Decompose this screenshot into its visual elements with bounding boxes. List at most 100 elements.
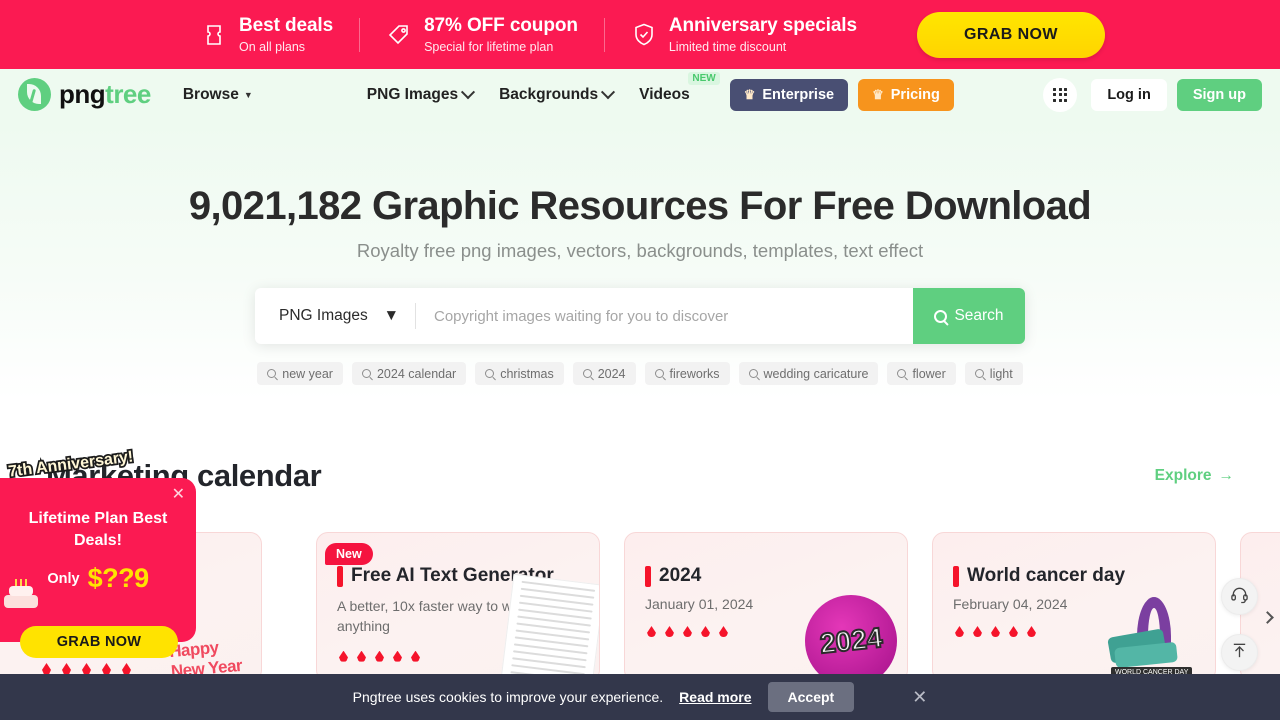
enterprise-button[interactable]: ♛ Enterprise [729, 78, 849, 111]
search-icon [361, 369, 371, 378]
popup-decoration-dots [42, 663, 131, 674]
popup-title: Lifetime Plan Best Deals! [28, 510, 168, 549]
chevron-down-icon: ▼ [243, 89, 253, 100]
search-icon [485, 369, 495, 378]
promo-title: 87% OFF coupon [424, 14, 578, 36]
nav-item-backgrounds[interactable]: Backgrounds [499, 84, 616, 104]
card-title-row: World cancer day [953, 565, 1215, 587]
nav-label: Videos [639, 85, 690, 103]
calendar-card[interactable]: New Free AI Text Generator A better, 10x… [316, 532, 600, 682]
chevron-down-icon [461, 84, 476, 99]
calendar-card[interactable]: WORLD CANCER DAY World cancer day Februa… [932, 532, 1216, 682]
chevron-down-icon: ▼ [383, 307, 399, 324]
search-button-label: Search [954, 307, 1004, 324]
tag-chip[interactable]: christmas [475, 362, 564, 385]
tag-icon [386, 21, 412, 49]
promo-title: Best deals [239, 14, 334, 36]
cancer-ribbon-art: WORLD CANCER DAY [1107, 593, 1203, 679]
close-icon[interactable]: ✕ [912, 687, 927, 708]
crown-icon: ♛ [872, 86, 884, 102]
promo-subtitle: On all plans [239, 39, 306, 54]
new-badge: NEW [688, 71, 720, 85]
logo-text-png: png [59, 79, 106, 109]
nav-item-png-images[interactable]: PNG Images [366, 84, 476, 104]
tag-chip[interactable]: fireworks [644, 362, 730, 385]
popular-tags: new year 2024 calendar christmas 2024 fi… [0, 362, 1280, 385]
tag-chip[interactable]: 2024 calendar [351, 362, 467, 385]
tag-chip[interactable]: wedding caricature [738, 362, 879, 385]
accent-bar [645, 565, 651, 587]
tag-label: light [989, 366, 1013, 381]
cookie-consent-bar: Pngtree uses cookies to improve your exp… [0, 674, 1280, 720]
accent-bar [337, 565, 343, 587]
chevron-down-icon [601, 84, 616, 99]
search-button[interactable]: Search [913, 288, 1025, 344]
grid-icon [1053, 87, 1068, 102]
tag-chip[interactable]: flower [887, 362, 956, 385]
close-icon[interactable]: ✕ [172, 487, 185, 503]
search-input[interactable] [416, 288, 913, 344]
grab-now-banner-button[interactable]: GRAB NOW [916, 11, 1105, 58]
2024-badge-art: 2024 [805, 595, 897, 681]
search-icon [897, 369, 907, 378]
popup-grab-now-button[interactable]: GRAB NOW [20, 626, 178, 658]
promo-subtitle: Limited time discount [668, 39, 787, 54]
promo-item-best-deals[interactable]: Best deals On all plans [175, 15, 359, 54]
main-navigation: Browse ▼ PNG Images Backgrounds Videos N… [183, 71, 720, 104]
new-badge: New [325, 543, 373, 565]
page-title: 9,021,182 Graphic Resources For Free Dow… [188, 184, 1092, 228]
search-category-select[interactable]: PNG Images ▼ [255, 288, 415, 344]
nav-label: Browse [182, 85, 239, 103]
card-title-row: 2024 [645, 565, 907, 587]
anniversary-promo-popup: 7th Anniversary! ✕ Lifetime Plan Best De… [0, 447, 196, 674]
explore-link[interactable]: Explore → [1155, 467, 1234, 485]
logo-wordmark: pngtree [59, 79, 151, 110]
accept-cookies-button[interactable]: Accept [767, 682, 855, 712]
carousel-next-button[interactable] [1256, 600, 1278, 634]
nav-item-browse[interactable]: Browse ▼ [183, 86, 253, 104]
popup-price: $??9 [87, 563, 150, 594]
promo-item-coupon[interactable]: 87% OFF coupon Special for lifetime plan [360, 15, 604, 54]
search-icon [934, 309, 948, 323]
crown-icon: ♛ [743, 86, 756, 102]
card-title: World cancer day [967, 565, 1126, 586]
tag-label: christmas [500, 366, 554, 381]
pricing-button[interactable]: ♛ Pricing [858, 78, 954, 111]
chevron-right-icon [1260, 610, 1274, 624]
logo-text-tree: tree [105, 79, 151, 109]
pngtree-logo[interactable]: pngtree [18, 78, 151, 111]
signup-button[interactable]: Sign up [1176, 78, 1262, 111]
promo-item-anniversary[interactable]: Anniversary specials Limited time discou… [605, 15, 883, 54]
card-title: 2024 [659, 565, 702, 586]
popup-only-label: Only [47, 570, 80, 587]
apps-grid-button[interactable] [1043, 77, 1078, 112]
tag-label: flower [912, 366, 946, 381]
search-icon [974, 369, 984, 378]
nav-label: PNG Images [366, 85, 459, 103]
ticket-icon [201, 21, 227, 49]
nav-item-videos[interactable]: Videos NEW [639, 71, 720, 104]
arrow-right-icon: → [1218, 467, 1235, 484]
search-category-value: PNG Images [279, 307, 368, 324]
pricing-label: Pricing [890, 86, 940, 103]
leaf-logo-icon [18, 78, 51, 111]
search-icon [748, 369, 758, 378]
calendar-card[interactable]: 2024 2024 January 01, 2024 [624, 532, 908, 682]
promo-title: Anniversary specials [668, 14, 857, 36]
login-button[interactable]: Log in [1091, 78, 1167, 111]
read-more-link[interactable]: Read more [679, 689, 751, 705]
tag-label: 2024 calendar [376, 366, 457, 381]
tag-label: fireworks [669, 366, 720, 381]
support-button[interactable] [1221, 578, 1258, 615]
tag-label: 2024 [597, 366, 626, 381]
top-promo-bar: Best deals On all plans 87% OFF coupon S… [0, 0, 1280, 69]
tag-chip[interactable]: new year [257, 362, 343, 385]
back-to-top-button[interactable] [1221, 634, 1258, 671]
search-icon [654, 369, 664, 378]
page-subtitle: Royalty free png images, vectors, backgr… [356, 240, 924, 261]
tag-chip[interactable]: light [964, 362, 1023, 385]
shield-check-icon [631, 21, 657, 49]
explore-label: Explore [1154, 467, 1212, 484]
tag-chip[interactable]: 2024 [572, 362, 636, 385]
headset-icon [1230, 585, 1249, 609]
